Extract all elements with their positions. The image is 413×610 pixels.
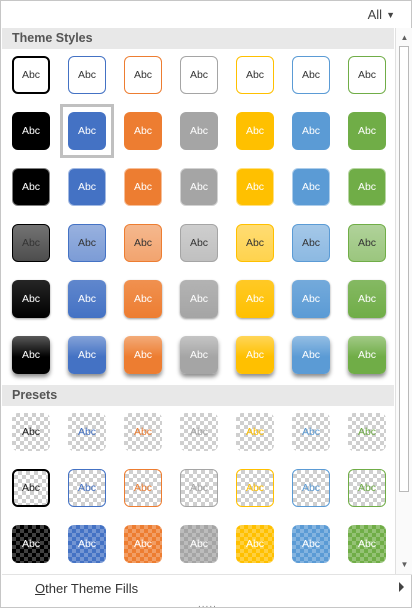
preset-style-semi-transparent-lightblue[interactable]: Abc xyxy=(292,525,330,563)
gallery-scrollbar[interactable]: ▲ ▼ xyxy=(395,28,412,574)
theme-style-tint-lightblue[interactable]: Abc xyxy=(292,224,330,262)
preset-style-semi-transparent-green[interactable]: Abc xyxy=(348,525,386,563)
preset-style-semi-transparent-dark[interactable]: Abc xyxy=(12,525,50,563)
resize-grip-icon[interactable]: ..... xyxy=(198,600,217,610)
theme-style-tint-orange[interactable]: Abc xyxy=(124,224,162,262)
theme-style-outline-gray[interactable]: Abc xyxy=(180,56,218,94)
theme-style-solid-light-border-blue[interactable]: Abc xyxy=(68,168,106,206)
preset-style-transparent-outline-dark[interactable]: Abc xyxy=(12,469,50,507)
preset-style-transparent-gray[interactable]: Abc xyxy=(180,413,218,451)
theme-style-solid-gray[interactable]: Abc xyxy=(180,112,218,150)
caret-down-icon: ▼ xyxy=(386,9,395,20)
preset-style-semi-transparent-blue[interactable]: Abc xyxy=(68,525,106,563)
theme-style-gradient-orange[interactable]: Abc xyxy=(124,280,162,318)
scroll-down-icon[interactable]: ▼ xyxy=(397,557,412,572)
theme-style-outline-lightblue[interactable]: Abc xyxy=(292,56,330,94)
theme-style-solid-light-border-lightblue[interactable]: Abc xyxy=(292,168,330,206)
theme-style-solid-light-border-green[interactable]: Abc xyxy=(348,168,386,206)
other-theme-fills-item[interactable]: Other Theme Fills xyxy=(1,575,412,601)
presets-header: Presets xyxy=(2,385,394,406)
theme-style-tint-blue[interactable]: Abc xyxy=(68,224,106,262)
theme-style-intense-gold[interactable]: Abc xyxy=(236,336,274,374)
other-theme-fills-label: Other Theme Fills xyxy=(35,581,139,596)
preset-style-transparent-outline-blue[interactable]: Abc xyxy=(68,469,106,507)
theme-style-outline-dark[interactable]: Abc xyxy=(12,56,50,94)
theme-style-gradient-blue[interactable]: Abc xyxy=(68,280,106,318)
theme-style-solid-light-border-gray[interactable]: Abc xyxy=(180,168,218,206)
preset-style-transparent-lightblue[interactable]: Abc xyxy=(292,413,330,451)
theme-style-tint-gold[interactable]: Abc xyxy=(236,224,274,262)
theme-style-solid-lightblue[interactable]: Abc xyxy=(292,112,330,150)
theme-style-intense-green[interactable]: Abc xyxy=(348,336,386,374)
theme-style-intense-blue[interactable]: Abc xyxy=(68,336,106,374)
theme-style-intense-lightblue[interactable]: Abc xyxy=(292,336,330,374)
scroll-up-icon[interactable]: ▲ xyxy=(397,30,412,45)
theme-style-gradient-lightblue[interactable]: Abc xyxy=(292,280,330,318)
theme-style-solid-blue[interactable]: Abc xyxy=(68,112,106,150)
preset-style-transparent-outline-lightblue[interactable]: Abc xyxy=(292,469,330,507)
preset-style-transparent-green[interactable]: Abc xyxy=(348,413,386,451)
filter-label: All xyxy=(367,7,383,22)
chevron-right-icon xyxy=(399,582,404,592)
preset-style-transparent-blue[interactable]: Abc xyxy=(68,413,106,451)
preset-style-transparent-gold[interactable]: Abc xyxy=(236,413,274,451)
theme-style-intense-gray[interactable]: Abc xyxy=(180,336,218,374)
preset-style-semi-transparent-orange[interactable]: Abc xyxy=(124,525,162,563)
shape-styles-gallery: All ▼ Theme Styles Abc Abc Abc Abc Abc Abc Abc… xyxy=(0,0,413,610)
preset-style-transparent-outline-gray[interactable]: Abc xyxy=(180,469,218,507)
theme-style-solid-light-border-dark[interactable]: Abc xyxy=(12,168,50,206)
theme-style-solid-orange[interactable]: Abc xyxy=(124,112,162,150)
preset-style-semi-transparent-gold[interactable]: Abc xyxy=(236,525,274,563)
theme-style-outline-gold[interactable]: Abc xyxy=(236,56,274,94)
preset-style-transparent-outline-gold[interactable]: Abc xyxy=(236,469,274,507)
preset-style-semi-transparent-gray[interactable]: Abc xyxy=(180,525,218,563)
theme-style-intense-orange[interactable]: Abc xyxy=(124,336,162,374)
scrollbar-thumb[interactable] xyxy=(399,46,409,492)
theme-style-outline-green[interactable]: Abc xyxy=(348,56,386,94)
theme-style-tint-green[interactable]: Abc xyxy=(348,224,386,262)
theme-style-solid-green[interactable]: Abc xyxy=(348,112,386,150)
theme-style-gradient-gray[interactable]: Abc xyxy=(180,280,218,318)
presets-grid: Abc Abc Abc Abc Abc Abc Abc Abc Abc Abc Abc Abc Abc A… xyxy=(1,406,395,574)
theme-style-outline-orange[interactable]: Abc xyxy=(124,56,162,94)
theme-style-solid-gold[interactable]: Abc xyxy=(236,112,274,150)
theme-style-solid-dark[interactable]: Abc xyxy=(12,112,50,150)
theme-style-solid-light-border-orange[interactable]: Abc xyxy=(124,168,162,206)
theme-style-solid-light-border-gold[interactable]: Abc xyxy=(236,168,274,206)
preset-style-transparent-outline-green[interactable]: Abc xyxy=(348,469,386,507)
theme-style-tint-dark[interactable]: Abc xyxy=(12,224,50,262)
theme-style-gradient-dark[interactable]: Abc xyxy=(12,280,50,318)
theme-styles-grid: Abc Abc Abc Abc Abc Abc Abc Abc Abc Abc Abc Abc Abc A… xyxy=(1,49,395,384)
theme-style-outline-blue[interactable]: Abc xyxy=(68,56,106,94)
preset-style-transparent-dark[interactable]: Abc xyxy=(12,413,50,451)
theme-style-gradient-gold[interactable]: Abc xyxy=(236,280,274,318)
theme-style-intense-dark[interactable]: Abc xyxy=(12,336,50,374)
preset-style-transparent-outline-orange[interactable]: Abc xyxy=(124,469,162,507)
theme-styles-header: Theme Styles xyxy=(2,28,394,49)
gallery-topbar: All ▼ xyxy=(1,1,413,28)
preset-style-transparent-orange[interactable]: Abc xyxy=(124,413,162,451)
theme-style-gradient-green[interactable]: Abc xyxy=(348,280,386,318)
theme-style-tint-gray[interactable]: Abc xyxy=(180,224,218,262)
filter-dropdown[interactable]: All ▼ xyxy=(368,7,395,22)
